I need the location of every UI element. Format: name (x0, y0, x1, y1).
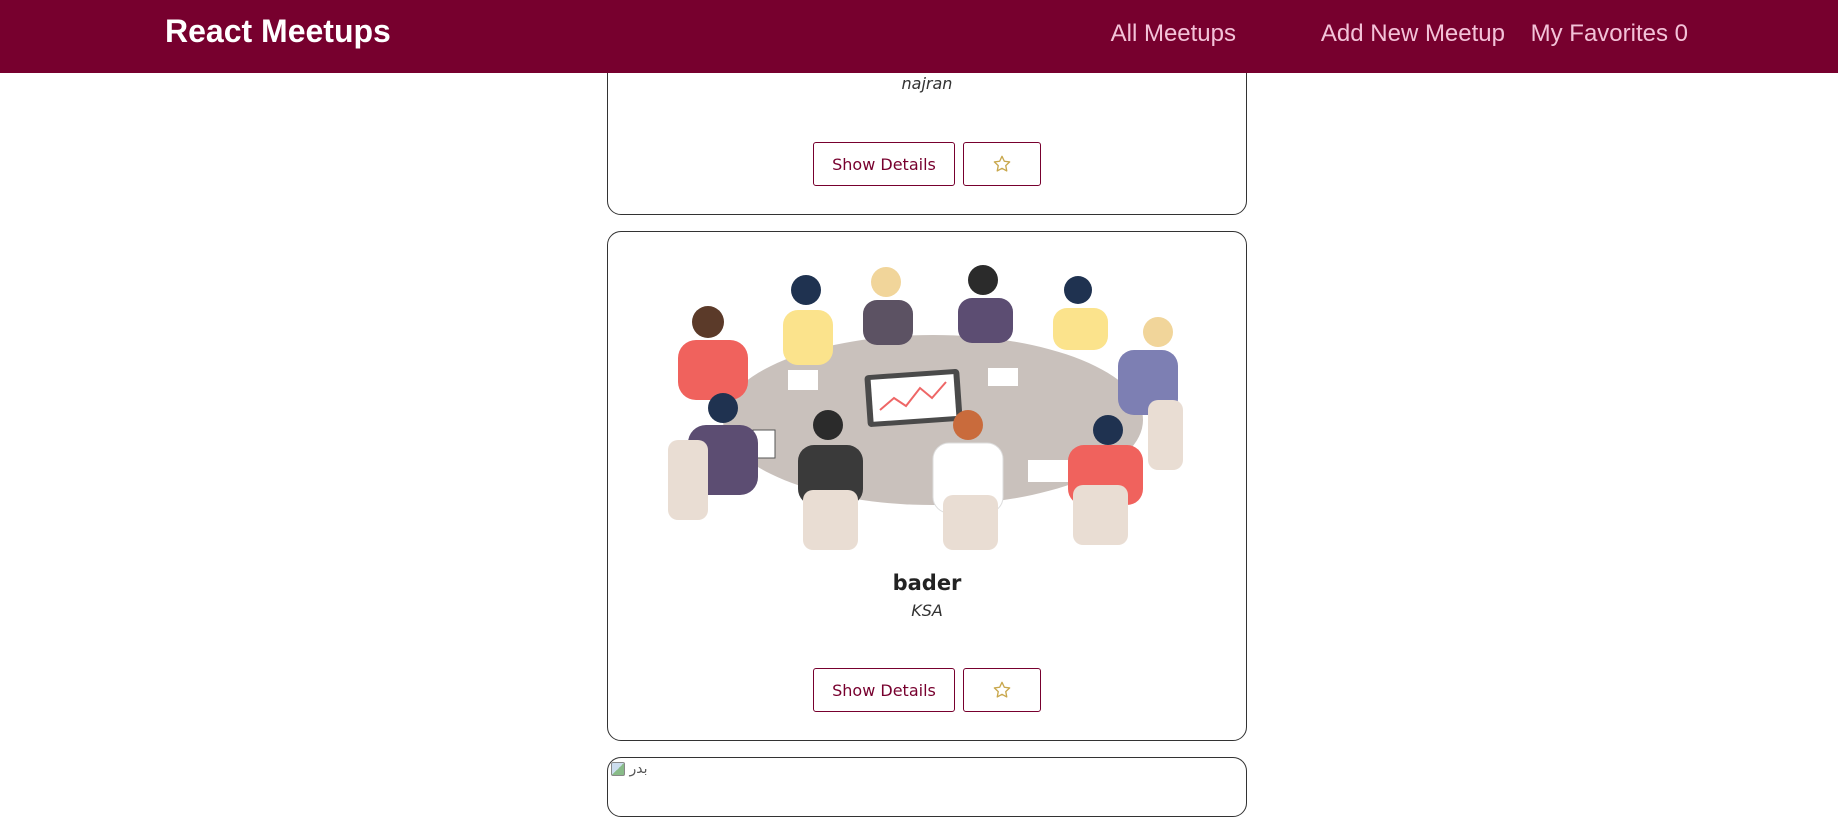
star-outline-icon (993, 681, 1011, 698)
nav-my-favorites[interactable]: My Favorites 0 (1531, 20, 1688, 48)
favorite-button[interactable] (963, 142, 1041, 186)
meetup-address: najran (901, 74, 953, 93)
top-navbar: React Meetups All Meetups Add New Meetup… (0, 0, 1838, 73)
meetup-address: KSA (911, 601, 943, 620)
show-details-button[interactable]: Show Details (813, 668, 955, 712)
meetup-title: bader (892, 571, 962, 595)
meetup-card: بدر (607, 757, 1247, 817)
meeting-illustration-image (668, 265, 1183, 550)
broken-image-icon (611, 762, 625, 776)
nav-all-meetups[interactable]: All Meetups (1111, 20, 1236, 48)
brand-logo[interactable]: React Meetups (165, 13, 391, 50)
image-alt-text: بدر (629, 761, 648, 777)
meetup-card: bader KSA Show Details (607, 231, 1247, 741)
show-details-button[interactable]: Show Details (813, 142, 955, 186)
favorite-button[interactable] (963, 668, 1041, 712)
broken-image: بدر (611, 761, 651, 781)
star-outline-icon (993, 155, 1011, 172)
nav-add-new-meetup[interactable]: Add New Meetup (1321, 20, 1505, 48)
